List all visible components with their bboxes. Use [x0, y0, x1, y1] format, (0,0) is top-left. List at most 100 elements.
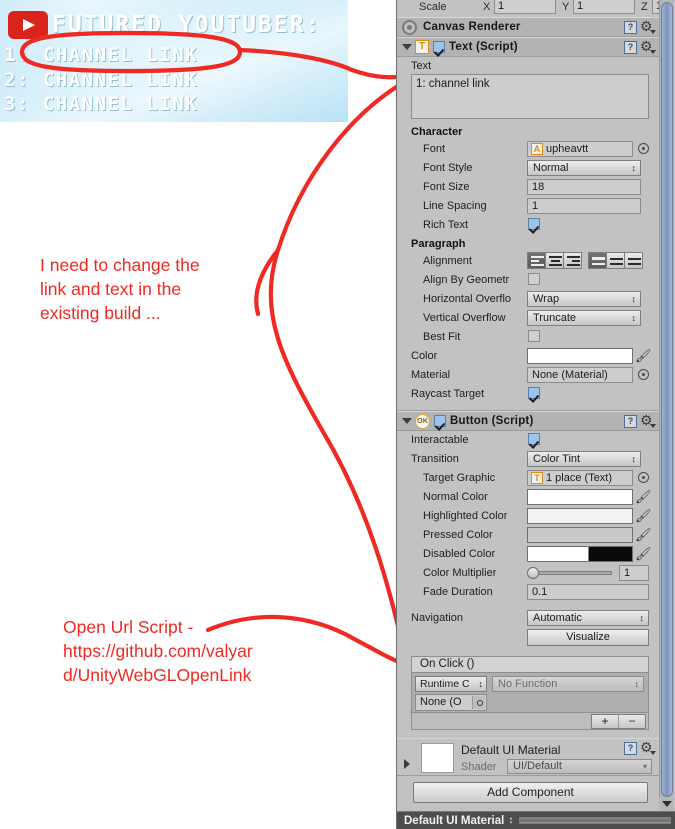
- shader-dropdown[interactable]: UI/Default ▾: [507, 759, 652, 774]
- font-size-input[interactable]: 18: [527, 179, 641, 195]
- align-left-button[interactable]: [527, 252, 546, 269]
- help-icon[interactable]: ?: [624, 20, 637, 34]
- horizontal-overflow-row[interactable]: Horizontal Overflo Wrap ↕: [397, 290, 659, 309]
- text-field-row[interactable]: 1: channel link: [397, 74, 659, 123]
- horizontal-overflow-dropdown[interactable]: Wrap ↕: [527, 291, 641, 307]
- footer-resize-handle[interactable]: [519, 817, 671, 824]
- alignment-row[interactable]: Alignment: [397, 252, 659, 271]
- interactable-checkbox[interactable]: [528, 433, 540, 445]
- font-style-dropdown[interactable]: Normal ↕: [527, 160, 641, 176]
- add-component-button[interactable]: Add Component: [413, 782, 648, 803]
- navigation-row[interactable]: Navigation Automatic ↕: [397, 609, 659, 628]
- pressed-color-row[interactable]: Pressed Color 🖌: [397, 526, 659, 545]
- color-multiplier-input[interactable]: 1: [619, 565, 649, 581]
- align-bottom-button[interactable]: [624, 252, 643, 269]
- text-foldout-toggle[interactable]: [400, 37, 414, 57]
- add-component-row[interactable]: Add Component: [397, 776, 659, 806]
- disabled-color-row[interactable]: Disabled Color 🖌: [397, 545, 659, 564]
- fade-duration-input[interactable]: 0.1: [527, 584, 649, 600]
- font-row[interactable]: Font A upheavtt: [397, 140, 659, 159]
- font-size-row[interactable]: Font Size 18: [397, 178, 659, 197]
- button-enabled-checkbox[interactable]: [434, 415, 446, 427]
- on-click-runtime-dropdown[interactable]: Runtime C ↕: [415, 676, 487, 692]
- highlighted-color-row[interactable]: Highlighted Color 🖌: [397, 507, 659, 526]
- align-middle-button[interactable]: [606, 252, 625, 269]
- raycast-target-row[interactable]: Raycast Target: [397, 385, 659, 404]
- normal-color-swatch[interactable]: [527, 489, 633, 505]
- inspector-footer-bar[interactable]: Default UI Material ↕: [397, 811, 675, 829]
- eyedropper-icon[interactable]: 🖌: [635, 489, 652, 504]
- gear-icon[interactable]: [640, 38, 656, 55]
- best-fit-checkbox[interactable]: [528, 330, 540, 342]
- default-ui-material-block[interactable]: Default UI Material Shader UI/Default ▾ …: [397, 738, 659, 776]
- disabled-color-swatch[interactable]: [527, 546, 633, 562]
- scale-z-input[interactable]: 1: [652, 0, 659, 14]
- material-foldout-toggle[interactable]: [404, 759, 410, 769]
- font-picker-icon[interactable]: [638, 143, 649, 154]
- transition-row[interactable]: Transition Color Tint ↕: [397, 450, 659, 469]
- vertical-overflow-row[interactable]: Vertical Overflow Truncate ↕: [397, 309, 659, 328]
- fade-duration-row[interactable]: Fade Duration 0.1: [397, 583, 659, 602]
- slider-handle[interactable]: [527, 567, 539, 579]
- vertical-overflow-dropdown[interactable]: Truncate ↕: [527, 310, 641, 326]
- scrollbar-thumb[interactable]: [661, 2, 673, 797]
- align-center-button[interactable]: [545, 252, 564, 269]
- material-picker-icon[interactable]: [638, 369, 649, 380]
- eyedropper-icon[interactable]: 🖌: [635, 527, 652, 542]
- add-listener-button[interactable]: +: [592, 715, 619, 728]
- text-material-row[interactable]: Material None (Material): [397, 366, 659, 385]
- on-click-object-field[interactable]: None (O: [415, 694, 487, 711]
- best-fit-row[interactable]: Best Fit: [397, 328, 659, 347]
- gear-icon[interactable]: [640, 18, 656, 35]
- scale-y-input[interactable]: 1: [573, 0, 635, 14]
- visualize-row[interactable]: Visualize: [397, 628, 659, 647]
- canvas-renderer-header[interactable]: Canvas Renderer ?: [397, 17, 659, 37]
- remove-listener-button[interactable]: −: [619, 715, 645, 728]
- target-graphic-row[interactable]: Target Graphic T 1 place (Text): [397, 469, 659, 488]
- rich-text-checkbox[interactable]: [528, 218, 540, 230]
- button-foldout-toggle[interactable]: [400, 411, 414, 431]
- align-by-geometry-checkbox[interactable]: [528, 273, 540, 285]
- target-graphic-picker-icon[interactable]: [638, 472, 649, 483]
- text-value-textarea[interactable]: 1: channel link: [411, 74, 649, 119]
- visualize-button[interactable]: Visualize: [527, 629, 649, 646]
- line-spacing-input[interactable]: 1: [527, 198, 641, 214]
- line-spacing-row[interactable]: Line Spacing 1: [397, 197, 659, 216]
- font-object-field[interactable]: A upheavtt: [527, 141, 633, 157]
- interactable-row[interactable]: Interactable: [397, 431, 659, 450]
- gear-icon[interactable]: [640, 412, 656, 429]
- help-icon[interactable]: ?: [624, 40, 637, 54]
- highlighted-color-swatch[interactable]: [527, 508, 633, 524]
- button-component-header[interactable]: OK Button (Script) ?: [397, 411, 659, 431]
- text-component-header[interactable]: T Text (Script) ?: [397, 37, 659, 57]
- help-icon[interactable]: ?: [624, 414, 637, 428]
- target-graphic-object-field[interactable]: T 1 place (Text): [527, 470, 633, 486]
- eyedropper-icon[interactable]: 🖌: [635, 508, 652, 523]
- align-by-geometry-row[interactable]: Align By Geometr: [397, 271, 659, 290]
- navigation-dropdown[interactable]: Automatic ↕: [527, 610, 649, 626]
- scroll-down-button[interactable]: [659, 797, 674, 811]
- material-object-field[interactable]: None (Material): [527, 367, 633, 383]
- align-right-button[interactable]: [563, 252, 582, 269]
- normal-color-row[interactable]: Normal Color 🖌: [397, 488, 659, 507]
- rich-text-row[interactable]: Rich Text: [397, 216, 659, 235]
- pressed-color-swatch[interactable]: [527, 527, 633, 543]
- color-multiplier-slider[interactable]: [527, 566, 612, 580]
- eyedropper-icon[interactable]: 🖌: [635, 348, 652, 363]
- text-color-row[interactable]: Color 🖌: [397, 347, 659, 366]
- inspector-vertical-scrollbar[interactable]: [659, 0, 674, 810]
- chevron-updown-icon[interactable]: ↕: [504, 815, 513, 826]
- transition-dropdown[interactable]: Color Tint ↕: [527, 451, 641, 467]
- color-multiplier-row[interactable]: Color Multiplier 1: [397, 564, 659, 583]
- raycast-target-checkbox[interactable]: [528, 387, 540, 399]
- font-style-row[interactable]: Font Style Normal ↕: [397, 159, 659, 178]
- gear-icon[interactable]: [640, 739, 656, 756]
- eyedropper-icon[interactable]: 🖌: [635, 546, 652, 561]
- text-enabled-checkbox[interactable]: [433, 41, 445, 53]
- object-picker-icon[interactable]: [472, 696, 485, 709]
- on-click-function-dropdown[interactable]: No Function ↕: [492, 676, 644, 692]
- help-icon[interactable]: ?: [624, 742, 637, 755]
- text-color-swatch[interactable]: [527, 348, 633, 364]
- scale-x-input[interactable]: 1: [494, 0, 556, 14]
- align-top-button[interactable]: [588, 252, 607, 269]
